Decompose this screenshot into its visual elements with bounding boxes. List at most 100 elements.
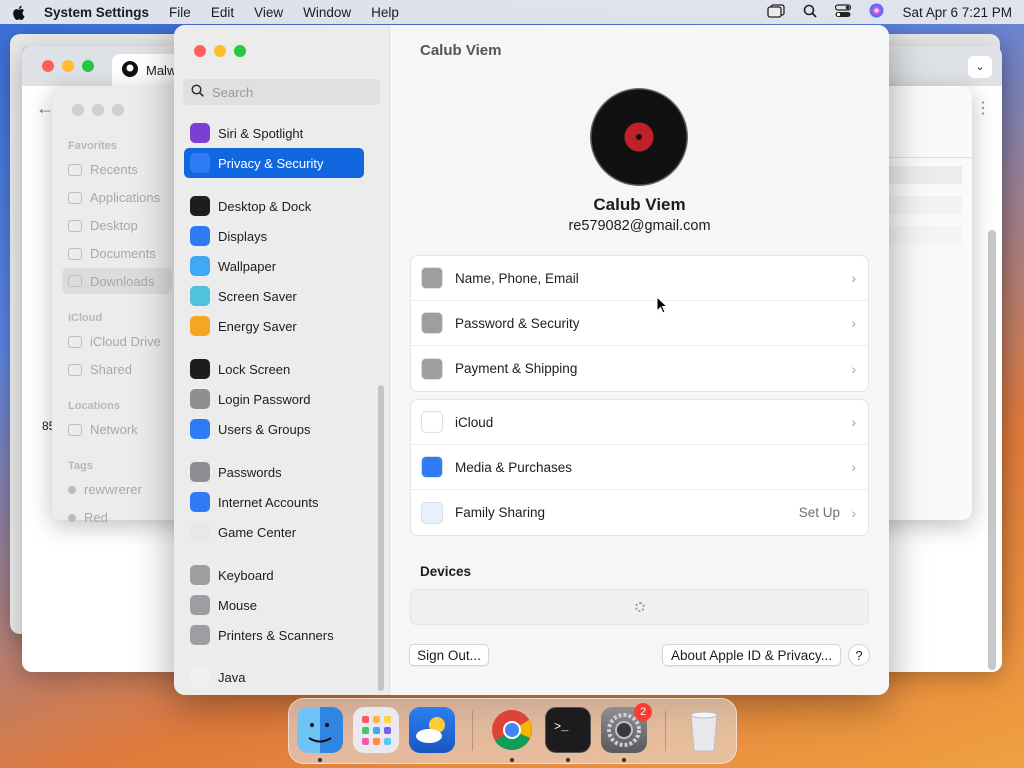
sidebar-item-java[interactable]: Java <box>184 662 364 692</box>
sidebar-item-label: Lock Screen <box>218 361 291 377</box>
sidebar-item-desktop-dock[interactable]: Desktop & Dock <box>184 191 364 221</box>
siri-icon[interactable] <box>869 3 884 21</box>
avatar[interactable] <box>590 88 688 186</box>
row-name-phone-email[interactable]: Name, Phone, Email › <box>411 256 868 301</box>
finder-item-downloads[interactable]: Downloads <box>62 268 172 294</box>
stage-manager-icon[interactable] <box>767 3 786 21</box>
control-center-icon[interactable] <box>835 3 852 21</box>
flower-icon <box>190 256 210 276</box>
desktop-icon <box>68 219 82 232</box>
finder-tag-red[interactable]: Red <box>68 510 108 525</box>
chevron-right-icon: › <box>851 315 856 331</box>
hand-icon <box>190 153 210 173</box>
menu-app-name[interactable]: System Settings <box>44 5 149 20</box>
dock-finder[interactable] <box>297 707 343 753</box>
card-icon <box>421 357 443 380</box>
sidebar-item-passwords[interactable]: Passwords <box>184 457 364 487</box>
row-media-purchases[interactable]: Media & Purchases › <box>411 445 868 490</box>
page-title: Calub Viem <box>420 42 502 59</box>
about-apple-id-button[interactable]: About Apple ID & Privacy... <box>662 644 841 666</box>
help-button[interactable]: ? <box>848 644 870 666</box>
row-password-security[interactable]: Password & Security › <box>411 301 868 346</box>
sidebar-item-wallpaper[interactable]: Wallpaper <box>184 251 364 281</box>
zoom-button[interactable] <box>82 60 94 72</box>
finder-item-documents[interactable]: Documents <box>68 246 156 261</box>
menu-edit[interactable]: Edit <box>211 5 234 20</box>
finder-item-shared[interactable]: Shared <box>68 362 132 377</box>
finder-item-label: Applications <box>90 190 161 205</box>
dock-weather[interactable] <box>409 707 455 753</box>
menu-help[interactable]: Help <box>371 5 399 20</box>
sidebar-item-keyboard[interactable]: Keyboard <box>184 560 364 590</box>
minimize-button[interactable] <box>92 104 104 116</box>
notification-badge: 2 <box>634 703 652 721</box>
menu-window[interactable]: Window <box>303 5 351 20</box>
sidebar-item-label: Internet Accounts <box>218 494 319 510</box>
finder-item-recents[interactable]: Recents <box>68 162 138 177</box>
minimize-button[interactable] <box>214 45 226 57</box>
finder-item-desktop[interactable]: Desktop <box>68 218 138 233</box>
loading-spinner-icon <box>635 602 645 612</box>
sidebar-item-internet-accounts[interactable]: Internet Accounts <box>184 487 364 517</box>
apple-icon[interactable] <box>12 4 26 20</box>
sidebar-item-label: Siri & Spotlight <box>218 125 304 141</box>
sidebar-item-game-center[interactable]: Game Center <box>184 517 364 547</box>
browser-tab[interactable]: Malw <box>112 54 182 86</box>
browser-scrollbar[interactable] <box>988 230 996 670</box>
zoom-button[interactable] <box>112 104 124 116</box>
search-field[interactable]: Search <box>183 79 380 105</box>
sidebar-item-login-password[interactable]: Login Password <box>184 384 364 414</box>
sign-out-button[interactable]: Sign Out... <box>409 644 489 666</box>
java-icon <box>190 667 210 687</box>
sidebar-item-energy-saver[interactable]: Energy Saver <box>184 311 364 341</box>
row-payment-shipping[interactable]: Payment & Shipping › <box>411 346 868 391</box>
finder-tag-rewwrerer[interactable]: rewwrerer <box>68 482 142 497</box>
close-button[interactable] <box>72 104 84 116</box>
dock-launchpad[interactable] <box>353 707 399 753</box>
finder-item-network[interactable]: Network <box>68 422 138 437</box>
sidebar-item-label: Java <box>218 669 246 685</box>
sidebar-item-mouse[interactable]: Mouse <box>184 590 364 620</box>
sidebar-item-label: Energy Saver <box>218 318 297 334</box>
sidebar-item-siri-spotlight[interactable]: Siri & Spotlight <box>184 118 364 148</box>
finder-sidebar: Favorites Recents Applications Desktop D… <box>52 86 180 525</box>
tab-title: Malw <box>146 62 177 78</box>
search-placeholder: Search <box>212 84 254 100</box>
svg-text:>_: >_ <box>554 720 569 734</box>
row-icloud[interactable]: iCloud › <box>411 400 868 445</box>
more-icon[interactable]: ⋮ <box>975 98 991 118</box>
sidebar-item-displays[interactable]: Displays <box>184 221 364 251</box>
appstore-icon <box>421 456 443 478</box>
chevron-right-icon: › <box>851 270 856 286</box>
dock-chrome[interactable] <box>489 707 535 753</box>
sidebar-item-lock-screen[interactable]: Lock Screen <box>184 354 364 384</box>
close-button[interactable] <box>42 60 54 72</box>
finder-item-label: Shared <box>90 362 132 377</box>
sidebar-scrollbar[interactable] <box>378 385 384 691</box>
dock-terminal[interactable]: >_ <box>545 707 591 753</box>
menu-file[interactable]: File <box>169 5 191 20</box>
row-family-sharing[interactable]: Family Sharing Set Up › <box>411 490 868 535</box>
chevron-right-icon: › <box>851 459 856 475</box>
close-button[interactable] <box>194 45 206 57</box>
tab-dropdown-button[interactable]: ⌄ <box>968 56 992 78</box>
menu-clock[interactable]: Sat Apr 6 7:21 PM <box>902 5 1012 20</box>
finder-item-icloud-drive[interactable]: iCloud Drive <box>68 334 161 349</box>
zoom-button[interactable] <box>234 45 246 57</box>
minimize-button[interactable] <box>62 60 74 72</box>
finder-item-applications[interactable]: Applications <box>68 190 160 205</box>
sidebar-item-label: Game Center <box>218 524 297 540</box>
account-settings-group: Name, Phone, Email › Password & Security › P… <box>410 255 869 392</box>
sidebar-item-printers-scanners[interactable]: Printers & Scanners <box>184 620 364 650</box>
spotlight-search-icon[interactable] <box>803 4 818 21</box>
sidebar-item-screen-saver[interactable]: Screen Saver <box>184 281 364 311</box>
chevron-right-icon: › <box>851 414 856 430</box>
sidebar-item-users-groups[interactable]: Users & Groups <box>184 414 364 444</box>
row-label: Payment & Shipping <box>455 361 578 376</box>
network-icon <box>68 423 82 436</box>
dock-trash[interactable] <box>681 707 727 753</box>
sidebar-item-privacy-security[interactable]: Privacy & Security <box>184 148 364 178</box>
menu-view[interactable]: View <box>254 5 283 20</box>
tag-dot-icon <box>68 485 76 494</box>
finder-item-label: Network <box>90 422 138 437</box>
